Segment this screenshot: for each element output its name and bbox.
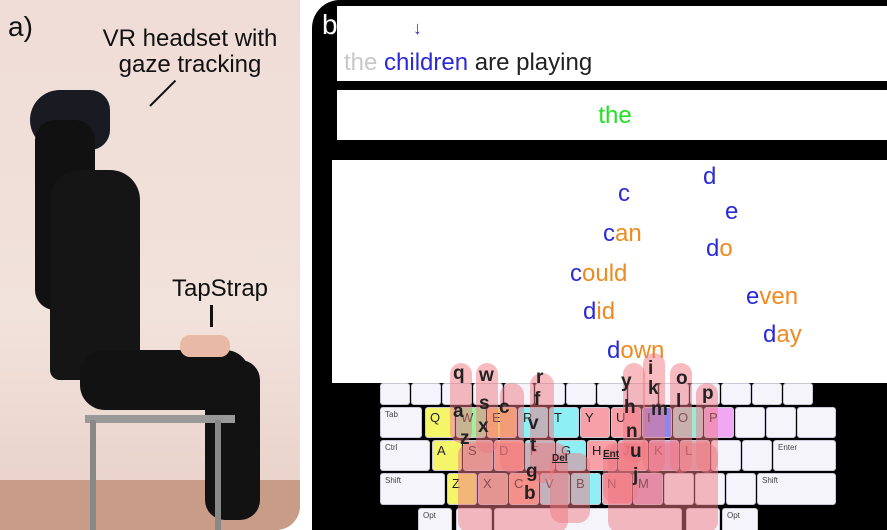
- bracket-key[interactable]: [735, 407, 765, 438]
- enter-key[interactable]: Enter: [773, 440, 836, 471]
- slash-key[interactable]: [726, 473, 756, 505]
- word-suggestion[interactable]: do: [706, 235, 733, 263]
- suggestion-rest: o: [719, 235, 733, 262]
- number-key[interactable]: [411, 383, 441, 405]
- headset-pointer-line: [149, 79, 177, 107]
- word-suggestion[interactable]: e: [725, 198, 738, 226]
- torso: [50, 170, 140, 380]
- right-finger-letter: p: [702, 383, 714, 404]
- vr-typing-interface: ↓ the children are playing the c d e can do c…: [312, 0, 887, 530]
- typed-text-panel: the: [337, 90, 887, 140]
- word-suggestion[interactable]: d: [703, 163, 716, 191]
- chair-seat: [85, 415, 235, 423]
- shift-key[interactable]: Shift: [380, 473, 445, 505]
- left-finger-letter: s: [479, 393, 490, 414]
- chair-leg: [215, 420, 221, 530]
- left-finger-letter: t: [530, 435, 537, 456]
- gaze-arrow-icon: ↓: [413, 18, 422, 38]
- right-finger-letter: j: [633, 465, 639, 486]
- left-finger-letter: g: [526, 461, 538, 482]
- remaining-words: are playing: [474, 49, 593, 76]
- right-finger-letter: h: [624, 397, 636, 418]
- ctrl-key[interactable]: Ctrl: [380, 440, 430, 471]
- target-sentence: the children are playing: [344, 49, 592, 77]
- shift-right-key[interactable]: Shift: [757, 473, 836, 505]
- left-finger-letter: c: [499, 397, 510, 418]
- right-finger-letter: i: [648, 358, 654, 379]
- suggestion-rest: ven: [759, 283, 799, 310]
- suggestion-prefix: d: [703, 163, 717, 190]
- sentence-panel: ↓ the children are playing: [337, 6, 887, 81]
- word-suggestion[interactable]: could: [570, 260, 627, 288]
- photo-panel: a) VR headset with gaze tracking TapStra…: [0, 0, 300, 530]
- word-suggestion[interactable]: did: [583, 298, 615, 326]
- left-finger-letter: w: [479, 365, 494, 386]
- chair-leg: [90, 420, 96, 530]
- panel-a-label: a): [8, 11, 33, 42]
- left-finger-letter: r: [536, 367, 544, 388]
- left-finger-letter: b: [524, 483, 536, 504]
- backslash-key[interactable]: [797, 407, 836, 438]
- suggestion-prefix: c: [570, 260, 582, 287]
- number-key[interactable]: [566, 383, 596, 405]
- tapstrap-label: TapStrap: [171, 275, 269, 302]
- left-finger-letter: z: [460, 428, 470, 449]
- left-finger-letter: Del: [552, 453, 568, 464]
- suggestion-rest: ould: [582, 260, 628, 287]
- quote-key[interactable]: [742, 440, 772, 471]
- right-finger-letter: m: [651, 399, 668, 420]
- tab-key[interactable]: Tab: [380, 407, 422, 438]
- left-finger-letter: q: [453, 363, 465, 384]
- suggestions-panel: c d e can do could did even down day: [332, 160, 887, 383]
- word-suggestion[interactable]: c: [618, 180, 630, 208]
- suggestion-rest: ay: [776, 321, 802, 348]
- word-suggestion[interactable]: even: [746, 283, 798, 311]
- right-finger-letter: y: [621, 371, 632, 392]
- left-finger-letter: a: [453, 401, 464, 422]
- number-key[interactable]: [721, 383, 751, 405]
- suggestion-prefix: c: [618, 180, 630, 207]
- suggestion-prefix: d: [583, 298, 597, 325]
- right-finger-letter: l: [676, 391, 682, 412]
- hands: [180, 335, 230, 357]
- number-key[interactable]: [380, 383, 410, 405]
- panel-b-label: b): [322, 9, 347, 40]
- shins: [205, 360, 260, 520]
- word-suggestion[interactable]: day: [763, 321, 802, 349]
- opt-right-key[interactable]: Opt: [722, 508, 758, 530]
- current-word: children: [384, 49, 469, 76]
- number-key[interactable]: [752, 383, 782, 405]
- suggestion-prefix: d: [763, 321, 777, 348]
- left-finger-letter: f: [534, 389, 541, 410]
- suggestion-prefix: e: [725, 198, 739, 225]
- left-finger-letter: x: [478, 416, 489, 437]
- opt-key[interactable]: Opt: [418, 508, 452, 530]
- number-key[interactable]: [783, 383, 813, 405]
- suggestion-rest: id: [596, 298, 616, 325]
- suggestion-rest: an: [615, 220, 642, 247]
- right-finger-letter: n: [626, 421, 638, 442]
- left-finger-letter: v: [528, 413, 539, 434]
- typed-text: the: [598, 102, 632, 129]
- suggestion-prefix: c: [603, 220, 615, 247]
- word-suggestion[interactable]: can: [603, 220, 642, 248]
- headset-label: VR headset with gaze tracking: [102, 25, 278, 78]
- suggestion-prefix: e: [746, 283, 760, 310]
- bracket-key[interactable]: [766, 407, 796, 438]
- right-finger-letter: Ent: [603, 449, 620, 460]
- key-y[interactable]: Y: [580, 407, 610, 438]
- keyboard: TabQWERTYUIOPCtrlASDFGHJKLEnterShiftZXCV…: [378, 353, 838, 530]
- tapstrap-pointer-line: [210, 305, 213, 327]
- right-finger-letter: k: [648, 378, 659, 399]
- suggestion-prefix: d: [706, 235, 720, 262]
- right-finger-letter: o: [676, 368, 688, 389]
- right-finger-letter: u: [630, 441, 642, 462]
- suggestion-prefix: d: [607, 337, 621, 364]
- completed-word: the: [344, 49, 378, 76]
